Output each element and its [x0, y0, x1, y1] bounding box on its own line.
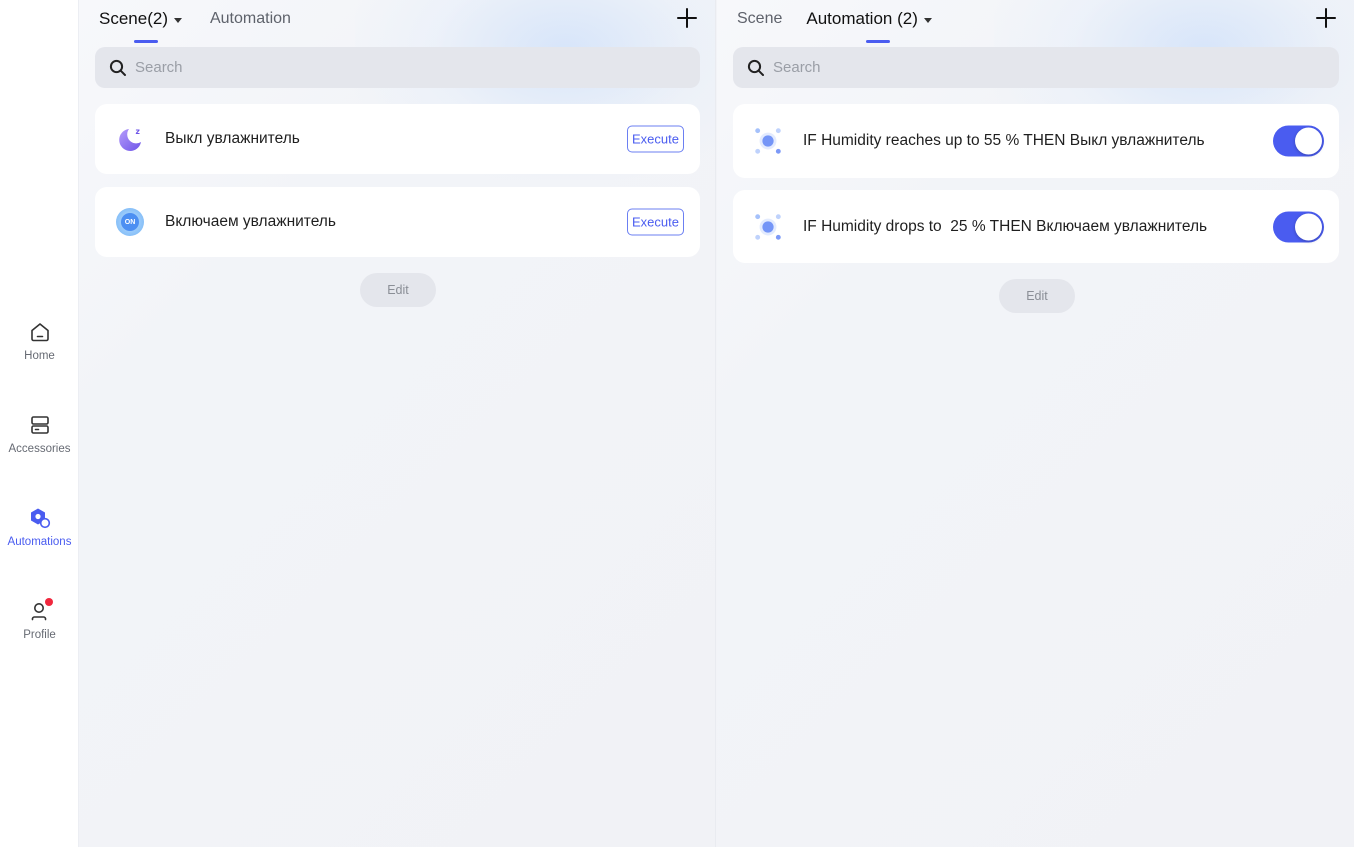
caret-down-icon [173, 17, 182, 23]
nav-automations[interactable]: Automations [0, 506, 79, 566]
nav-accessories[interactable]: Accessories [0, 413, 79, 473]
caret-down-icon [923, 17, 932, 23]
toggle-knob [1295, 127, 1322, 155]
active-tab-indicator [866, 40, 891, 43]
scene-name: Включаем увлажнитель [165, 213, 336, 230]
profile-icon [28, 598, 53, 623]
edit-automations-button[interactable]: Edit [999, 279, 1075, 313]
automation-panel: Scene Automation (2) IF Humidity reaches… [717, 0, 1354, 847]
tab-automation[interactable]: Automation [210, 8, 291, 30]
notification-badge [44, 598, 53, 606]
automation-toggle[interactable] [1273, 211, 1324, 242]
automation-dots-icon [753, 212, 783, 242]
nav-profile[interactable]: Profile [0, 598, 79, 659]
nav-accessories-label: Accessories [8, 443, 71, 455]
scene-name: Выкл увлажнитель [165, 130, 300, 147]
scene-card[interactable]: ON Включаем увлажнитель Execute [95, 187, 700, 257]
automations-icon [28, 506, 52, 530]
nav-profile-label: Profile [23, 629, 56, 641]
nav-automations-label: Automations [7, 536, 72, 548]
accessories-icon [28, 413, 52, 437]
automation-rule-text: IF Humidity reaches up to 55 % THEN Выкл… [803, 132, 1205, 149]
plus-icon [1316, 8, 1336, 28]
tab-scene-label: Scene(2) [99, 9, 168, 28]
automation-panel-tabs: Scene Automation (2) [737, 8, 956, 43]
nav-home-label: Home [24, 350, 55, 362]
tab-scene[interactable]: Scene(2) [99, 8, 182, 43]
scene-panel-tabs: Scene(2) Automation [99, 8, 315, 43]
automation-search-input[interactable] [773, 59, 1273, 76]
search-icon [747, 59, 764, 76]
tab-scene-label: Scene [737, 10, 783, 27]
home-icon [28, 320, 52, 344]
automation-rule-text: IF Humidity drops to 25 % THEN Включаем … [803, 217, 1208, 235]
on-icon: ON [115, 207, 145, 237]
scene-panel: Scene(2) Automation z Выкл увлажнитель E… [79, 0, 716, 847]
toggle-knob [1295, 213, 1322, 240]
on-icon-text: ON [124, 218, 136, 226]
search-icon [109, 59, 126, 76]
tab-scene[interactable]: Scene [737, 8, 782, 30]
automation-search-box[interactable] [733, 47, 1339, 88]
automation-toggle[interactable] [1273, 125, 1324, 157]
add-scene-button[interactable] [675, 6, 699, 30]
active-tab-indicator [134, 40, 158, 43]
edit-scenes-button[interactable]: Edit [360, 273, 436, 307]
execute-button[interactable]: Execute [627, 125, 684, 153]
scene-search-box[interactable] [95, 47, 700, 88]
svg-text:z: z [136, 127, 140, 136]
scene-card[interactable]: z Выкл увлажнитель Execute [95, 104, 700, 174]
automation-card[interactable]: IF Humidity reaches up to 55 % THEN Выкл… [733, 104, 1339, 178]
sidebar: Home Accessories Automations Profile [0, 0, 79, 847]
nav-home[interactable]: Home [0, 320, 79, 380]
add-automation-button[interactable] [1314, 6, 1338, 30]
automation-dots-icon [753, 126, 783, 156]
tab-automation-label: Automation [209, 10, 291, 27]
tab-automation-label: Automation (2) [806, 9, 918, 28]
tab-automation[interactable]: Automation (2) [806, 8, 932, 43]
moon-sleep-icon: z [115, 124, 145, 154]
execute-button[interactable]: Execute [627, 208, 684, 236]
plus-icon [677, 8, 697, 28]
automation-card[interactable]: IF Humidity drops to 25 % THEN Включаем … [733, 190, 1339, 263]
scene-search-input[interactable] [135, 59, 635, 76]
